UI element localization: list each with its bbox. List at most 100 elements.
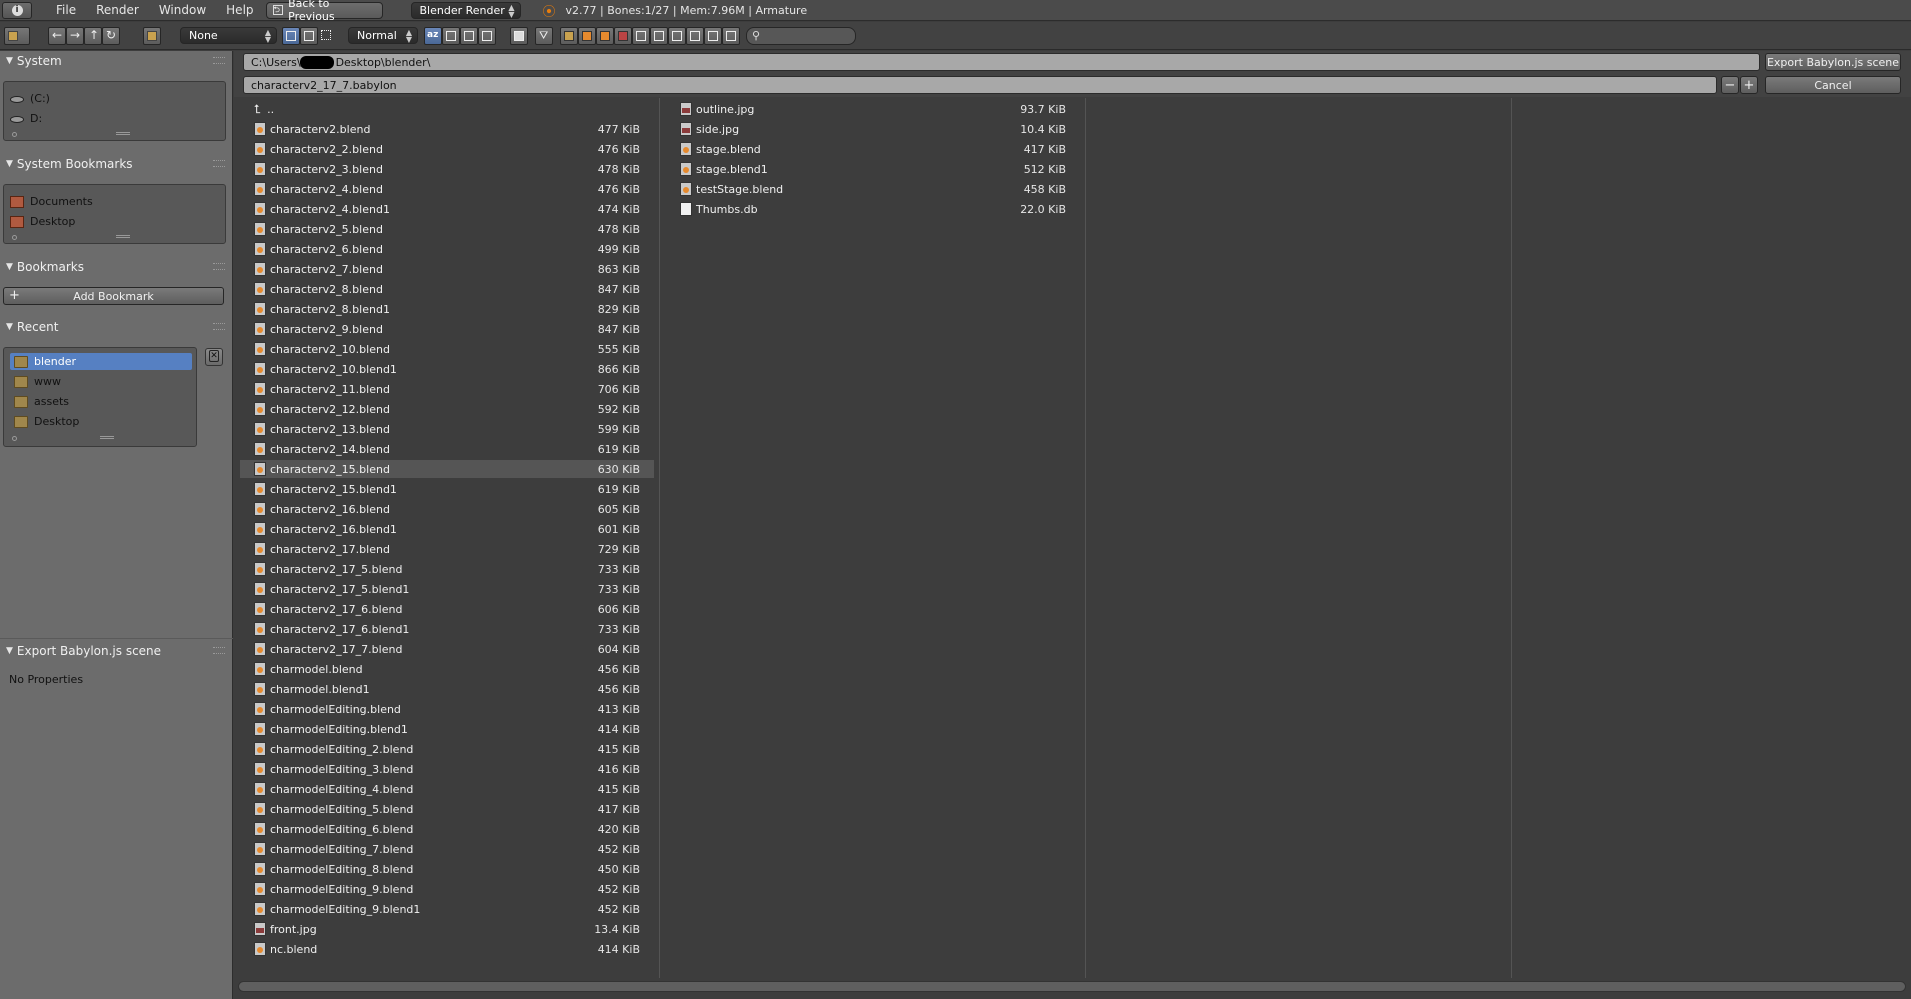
file-row[interactable]: outline.jpg 93.7 KiB <box>666 100 1080 118</box>
file-row[interactable]: side.jpg 10.4 KiB <box>666 120 1080 138</box>
clear-recent-button[interactable]: ✕ <box>205 348 223 366</box>
recent-item-assets[interactable]: assets <box>10 393 69 410</box>
display-thumbnails-button[interactable] <box>318 27 336 45</box>
recent-item-blender[interactable]: blender <box>10 353 192 370</box>
export-options-header[interactable]: ▼ Export Babylon.js scene <box>0 641 233 661</box>
file-row[interactable]: Thumbs.db 22.0 KiB <box>666 200 1080 218</box>
new-directory-button[interactable] <box>143 27 161 45</box>
filter-blend-button[interactable] <box>578 27 596 45</box>
nav-parent-button[interactable]: ↑ <box>84 27 102 45</box>
sort-time-button[interactable] <box>460 27 478 45</box>
menu-render[interactable]: Render <box>86 3 149 17</box>
file-row[interactable]: characterv2_4.blend 476 KiB <box>240 180 654 198</box>
system-item-d[interactable]: D: <box>10 110 42 127</box>
decrement-filename-button[interactable]: − <box>1721 76 1739 94</box>
file-row[interactable]: charmodel.blend1 456 KiB <box>240 680 654 698</box>
file-row[interactable]: charmodelEditing_4.blend 415 KiB <box>240 780 654 798</box>
file-row[interactable]: characterv2_17.blend 729 KiB <box>240 540 654 558</box>
system-bookmark-documents[interactable]: Documents <box>10 193 93 210</box>
file-row[interactable]: testStage.blend 458 KiB <box>666 180 1080 198</box>
file-row[interactable]: charmodelEditing.blend 413 KiB <box>240 700 654 718</box>
display-long-list-button[interactable] <box>300 27 318 45</box>
file-row[interactable]: charmodelEditing_3.blend 416 KiB <box>240 760 654 778</box>
menu-help[interactable]: Help <box>216 3 263 17</box>
back-to-previous-button[interactable]: ⮌ Back to Previous <box>265 0 383 23</box>
filter-folder-button[interactable] <box>560 27 578 45</box>
file-row[interactable]: characterv2_10.blend1 866 KiB <box>240 360 654 378</box>
refresh-button[interactable]: ↻ <box>102 27 120 45</box>
recent-section-header[interactable]: ▼ Recent <box>0 317 233 337</box>
menu-window[interactable]: Window <box>149 3 216 17</box>
recursion-select[interactable]: None ▲ ▼ <box>180 27 277 44</box>
file-row[interactable]: charmodelEditing_9.blend 452 KiB <box>240 880 654 898</box>
list-resize-handle[interactable] <box>116 132 130 135</box>
file-row[interactable]: nc.blend 414 KiB <box>240 940 654 958</box>
file-row[interactable]: characterv2.blend 477 KiB <box>240 120 654 138</box>
file-row[interactable]: characterv2_14.blend 619 KiB <box>240 440 654 458</box>
display-short-list-button[interactable] <box>282 27 300 45</box>
add-bookmark-button[interactable]: + Add Bookmark <box>3 287 224 305</box>
editor-type-button-fb[interactable] <box>4 27 30 45</box>
export-babylon-button[interactable]: Export Babylon.js scene <box>1765 53 1901 71</box>
search-field[interactable]: ⚲ <box>746 27 856 45</box>
file-row[interactable]: characterv2_6.blend 499 KiB <box>240 240 654 258</box>
file-row[interactable]: characterv2_13.blend 599 KiB <box>240 420 654 438</box>
system-item-c[interactable]: (C:) <box>10 90 50 107</box>
filter-backup-button[interactable] <box>596 27 614 45</box>
search-input[interactable] <box>767 29 851 43</box>
recent-item-desktop[interactable]: Desktop <box>10 413 79 430</box>
filter-image-button[interactable] <box>614 27 632 45</box>
sort-alpha-button[interactable]: az <box>424 27 442 45</box>
list-resize-handle[interactable] <box>116 235 130 238</box>
list-resize-handle[interactable] <box>100 436 114 439</box>
drag-grip-icon[interactable] <box>213 647 225 654</box>
increment-filename-button[interactable]: + <box>1740 76 1758 94</box>
filter-script-button[interactable] <box>650 27 668 45</box>
cancel-button[interactable]: Cancel <box>1765 76 1901 94</box>
system-section-header[interactable]: ▼ System <box>0 51 233 71</box>
filter-font-button[interactable] <box>668 27 686 45</box>
file-row[interactable]: characterv2_10.blend 555 KiB <box>240 340 654 358</box>
file-row[interactable]: charmodelEditing_5.blend 417 KiB <box>240 800 654 818</box>
file-row[interactable]: characterv2_3.blend 478 KiB <box>240 160 654 178</box>
file-row[interactable]: charmodelEditing_8.blend 450 KiB <box>240 860 654 878</box>
file-row[interactable]: stage.blend 417 KiB <box>666 140 1080 158</box>
system-bookmark-desktop[interactable]: Desktop <box>10 213 75 230</box>
file-row[interactable]: characterv2_8.blend 847 KiB <box>240 280 654 298</box>
filename-field[interactable]: characterv2_17_7.babylon <box>243 76 1717 94</box>
file-row[interactable]: characterv2_7.blend 863 KiB <box>240 260 654 278</box>
file-row[interactable]: characterv2_2.blend 476 KiB <box>240 140 654 158</box>
file-row[interactable]: charmodelEditing_9.blend1 452 KiB <box>240 900 654 918</box>
hide-dot-files-button[interactable] <box>510 27 528 45</box>
sort-size-button[interactable] <box>478 27 496 45</box>
file-row[interactable]: characterv2_17_7.blend 604 KiB <box>240 640 654 658</box>
file-row[interactable]: charmodelEditing_2.blend 415 KiB <box>240 740 654 758</box>
file-row[interactable]: charmodelEditing.blend1 414 KiB <box>240 720 654 738</box>
file-row[interactable]: charmodelEditing_6.blend 420 KiB <box>240 820 654 838</box>
file-row[interactable]: characterv2_17_5.blend 733 KiB <box>240 560 654 578</box>
drag-grip-icon[interactable] <box>213 160 225 167</box>
file-row[interactable]: characterv2_9.blend 847 KiB <box>240 320 654 338</box>
file-row[interactable]: characterv2_15.blend1 619 KiB <box>240 480 654 498</box>
file-row[interactable]: characterv2_16.blend1 601 KiB <box>240 520 654 538</box>
filter-text-button[interactable] <box>704 27 722 45</box>
file-row[interactable]: characterv2_4.blend1 474 KiB <box>240 200 654 218</box>
parent-directory-row[interactable]: ⮤ .. <box>240 100 648 118</box>
file-row[interactable]: characterv2_5.blend 478 KiB <box>240 220 654 238</box>
file-row[interactable]: front.jpg 13.4 KiB <box>240 920 654 938</box>
display-size-select[interactable]: Normal ▲ ▼ <box>348 27 418 44</box>
system-bookmarks-section-header[interactable]: ▼ System Bookmarks <box>0 154 233 174</box>
file-row[interactable]: characterv2_16.blend 605 KiB <box>240 500 654 518</box>
horizontal-scrollbar[interactable] <box>238 981 1906 992</box>
file-row[interactable]: characterv2_15.blend 630 KiB <box>240 460 654 478</box>
directory-field[interactable]: C:\Users\ Desktop\blender\ <box>243 53 1760 71</box>
nav-forward-button[interactable]: → <box>66 27 84 45</box>
recent-item-www[interactable]: www <box>10 373 61 390</box>
drag-grip-icon[interactable] <box>213 263 225 270</box>
file-row[interactable]: charmodelEditing_7.blend 452 KiB <box>240 840 654 858</box>
drag-grip-icon[interactable] <box>213 57 225 64</box>
file-row[interactable]: stage.blend1 512 KiB <box>666 160 1080 178</box>
filter-sound-button[interactable] <box>686 27 704 45</box>
file-row[interactable]: charmodel.blend 456 KiB <box>240 660 654 678</box>
file-row[interactable]: characterv2_17_6.blend 606 KiB <box>240 600 654 618</box>
